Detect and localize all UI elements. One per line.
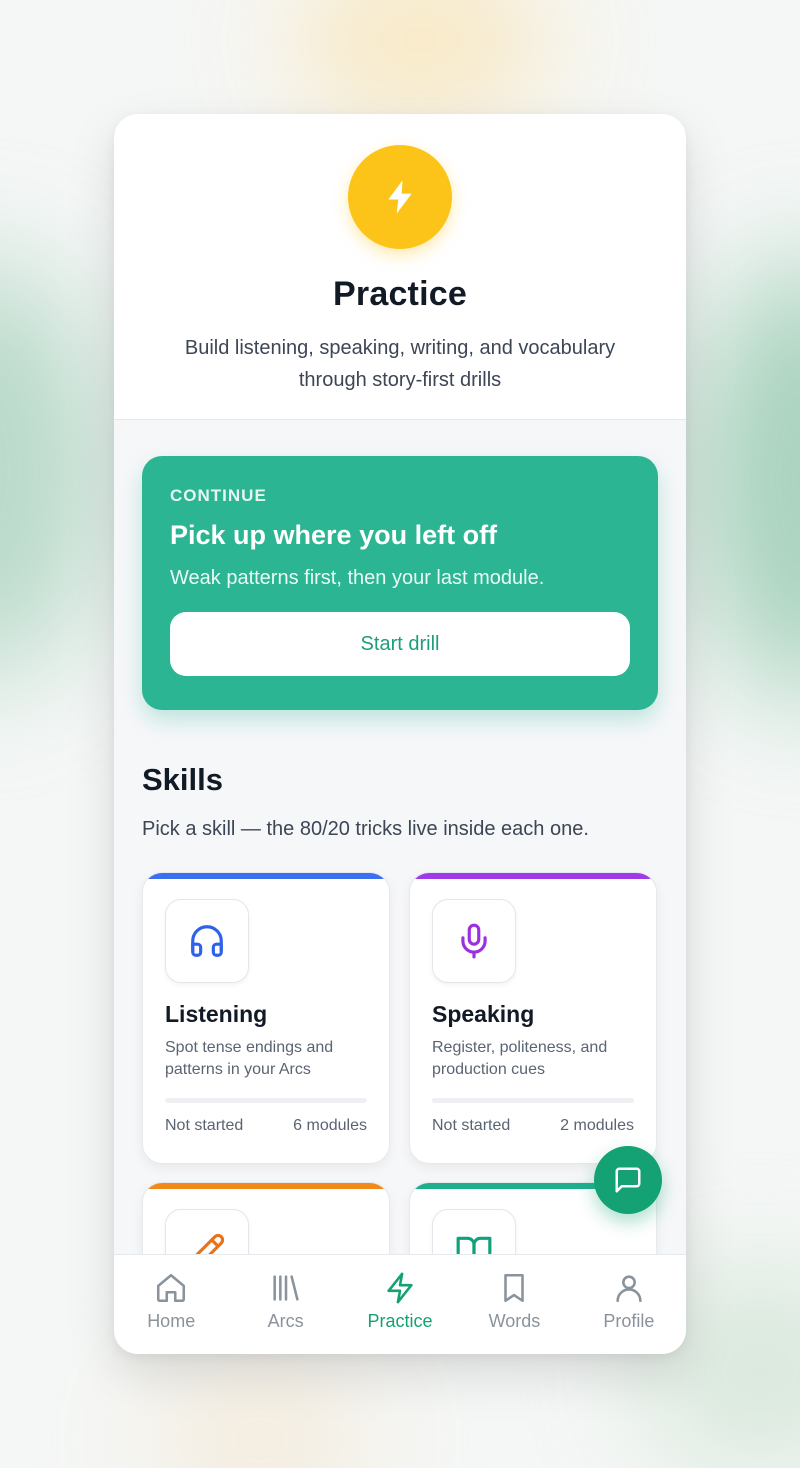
page-subtitle: Build listening, speaking, writing, and … bbox=[184, 337, 616, 391]
skill-progress-bar bbox=[432, 1098, 634, 1103]
nav-label: Profile bbox=[603, 1311, 655, 1331]
nav-item-profile[interactable]: Profile bbox=[572, 1255, 686, 1354]
lightning-bolt-icon bbox=[387, 1272, 413, 1304]
skill-status: Not started bbox=[165, 1117, 244, 1134]
app-screen: Practice Build listening, speaking, writ… bbox=[114, 114, 686, 1354]
nav-label: Home bbox=[147, 1311, 196, 1331]
skill-description: Spot tense endings and patterns in your … bbox=[165, 1039, 334, 1078]
nav-item-home[interactable]: Home bbox=[114, 1255, 228, 1354]
skill-name: Listening bbox=[165, 1001, 268, 1027]
skills-subtitle: Pick a skill — the 80/20 tricks live ins… bbox=[142, 818, 589, 840]
lightning-bolt-icon bbox=[348, 145, 452, 249]
chat-icon bbox=[615, 1167, 641, 1193]
continue-title: Pick up where you left off bbox=[170, 520, 498, 550]
skill-accent-bar bbox=[143, 873, 389, 879]
bookmark-icon bbox=[504, 1273, 525, 1303]
continue-description: Weak patterns first, then your last modu… bbox=[170, 567, 545, 589]
nav-item-practice[interactable]: Practice bbox=[343, 1255, 457, 1354]
skills-heading: Skills bbox=[142, 762, 223, 797]
page-title: Practice bbox=[333, 275, 467, 313]
nav-label: Words bbox=[488, 1311, 541, 1331]
home-icon bbox=[157, 1273, 186, 1303]
skill-card-speaking[interactable]: Speaking Register, politeness, and produ… bbox=[409, 872, 657, 1164]
skill-progress-bar bbox=[165, 1098, 367, 1103]
skill-card-listening[interactable]: Listening Spot tense endings and pattern… bbox=[142, 872, 390, 1164]
headphones-icon bbox=[165, 899, 249, 983]
nav-item-words[interactable]: Words bbox=[457, 1255, 571, 1354]
user-icon bbox=[616, 1275, 642, 1303]
page-header: Practice Build listening, speaking, writ… bbox=[114, 114, 686, 420]
chat-button[interactable] bbox=[594, 1146, 662, 1214]
microphone-icon bbox=[432, 899, 516, 983]
skill-module-count: 2 modules bbox=[560, 1117, 634, 1134]
nav-label: Practice bbox=[367, 1311, 433, 1331]
skill-description: Register, politeness, and production cue… bbox=[432, 1039, 608, 1078]
skill-accent-bar bbox=[143, 1183, 389, 1189]
skill-status: Not started bbox=[432, 1117, 511, 1134]
start-drill-button[interactable]: Start drill bbox=[170, 612, 630, 676]
nav-item-arcs[interactable]: Arcs bbox=[228, 1255, 342, 1354]
continue-card: CONTINUE Pick up where you left off Weak… bbox=[142, 456, 658, 710]
skill-name: Speaking bbox=[432, 1001, 535, 1027]
skill-accent-bar bbox=[410, 873, 656, 879]
library-icon bbox=[273, 1275, 299, 1301]
skill-module-count: 6 modules bbox=[293, 1117, 367, 1134]
continue-eyebrow: CONTINUE bbox=[170, 486, 267, 505]
bottom-nav: Home Arcs Practice Words Profile bbox=[114, 1254, 686, 1354]
nav-label: Arcs bbox=[267, 1311, 304, 1331]
